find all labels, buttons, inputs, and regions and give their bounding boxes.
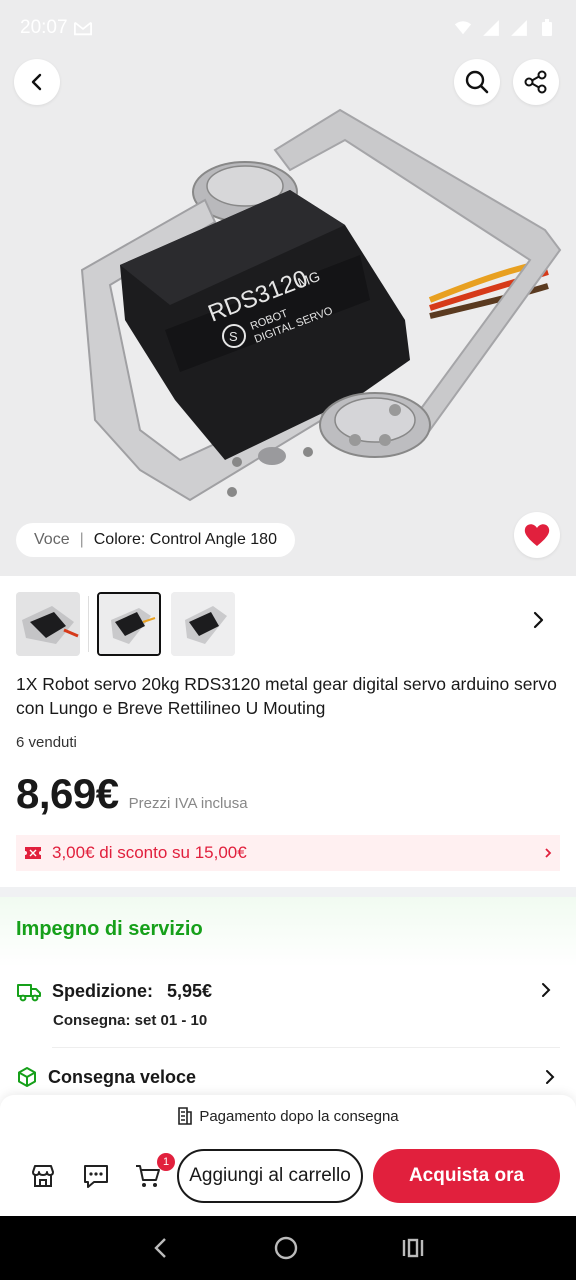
buy-now-button[interactable]: Acquista ora: [373, 1149, 560, 1203]
share-button[interactable]: [513, 59, 559, 105]
thumbnail-strip: [16, 592, 235, 656]
row-divider: [52, 1047, 560, 1048]
share-icon: [524, 70, 547, 94]
cart-badge: 1: [157, 1153, 175, 1171]
wifi-icon: [454, 21, 472, 35]
chevron-right-icon: [542, 983, 551, 997]
thumbnail-2-selected[interactable]: [97, 592, 161, 656]
signal-icon-2: [511, 20, 527, 36]
status-bar: 20:07: [0, 0, 576, 56]
system-nav-bar: [0, 1216, 576, 1280]
variant-value: Colore: Control Angle 180: [93, 531, 277, 548]
bottom-action-bar: Pagamento dopo la consegna 1 Aggiungi al…: [0, 1095, 576, 1216]
shipping-label: Spedizione:: [52, 981, 154, 1001]
store-icon: [32, 1165, 54, 1187]
payment-note: Pagamento dopo la consegna: [0, 1107, 576, 1125]
delivery-date: Consegna: set 01 - 10: [53, 1012, 208, 1029]
nav-back-icon[interactable]: [151, 1236, 171, 1260]
back-button[interactable]: [14, 59, 60, 105]
chat-icon: [84, 1165, 108, 1188]
heart-icon: [524, 524, 550, 546]
price-note: Prezzi IVA inclusa: [128, 795, 248, 812]
chevron-right-icon: [546, 1070, 555, 1084]
cart-button[interactable]: 1: [133, 1153, 175, 1191]
search-icon: [465, 70, 489, 94]
receipt-icon: [178, 1107, 193, 1125]
thumbnail-divider: [88, 596, 89, 652]
chevron-right-icon: [533, 611, 544, 629]
box-icon: [18, 1067, 36, 1087]
gmail-icon: [73, 21, 92, 36]
product-hero[interactable]: RDS3120 MG ROBOT DIGITAL SERVO S 20:07 V…: [0, 0, 576, 576]
service-section: Impegno di servizio Spedizione: 5,95€ Co…: [0, 897, 576, 1107]
variant-label: Voce: [34, 531, 70, 548]
thumbnail-3[interactable]: [171, 592, 235, 656]
fast-delivery-label: Consegna veloce: [48, 1066, 197, 1087]
sold-count: 6 venduti: [16, 734, 77, 751]
payment-note-text: Pagamento dopo la consegna: [199, 1107, 399, 1125]
section-separator: [0, 887, 576, 897]
shipping-cost: 5,95€: [167, 981, 213, 1001]
svg-text:S: S: [229, 329, 238, 344]
chevron-right-icon: [545, 848, 552, 858]
variant-selector[interactable]: Voce | Colore: Control Angle 180: [16, 523, 295, 557]
shipping-row[interactable]: Spedizione: 5,95€ Consegna: set 01 - 10: [16, 981, 560, 1029]
thumbnails-next-button[interactable]: [526, 608, 550, 632]
price-row: 8,69€ Prezzi IVA inclusa: [16, 770, 248, 818]
truck-icon: [17, 983, 41, 1001]
fast-delivery-row[interactable]: Consegna veloce: [16, 1066, 560, 1088]
nav-recents-icon[interactable]: [401, 1236, 425, 1260]
thumbnail-1[interactable]: [16, 592, 80, 656]
variant-separator: |: [79, 531, 84, 548]
coupon-banner[interactable]: 3,00€ di sconto su 15,00€: [16, 835, 560, 871]
product-title: 1X Robot servo 20kg RDS3120 metal gear d…: [16, 674, 557, 718]
chat-button[interactable]: [81, 1161, 111, 1191]
signal-icon: [483, 20, 499, 36]
price-value: 8,69€: [16, 770, 119, 817]
add-to-cart-button[interactable]: Aggiungi al carrello: [177, 1149, 363, 1203]
battery-icon: [542, 19, 552, 36]
chevron-left-icon: [31, 73, 42, 91]
coupon-icon: [25, 847, 41, 859]
nav-home-icon[interactable]: [273, 1235, 299, 1261]
search-button[interactable]: [454, 59, 500, 105]
wishlist-button[interactable]: [514, 512, 560, 558]
store-button[interactable]: [28, 1161, 58, 1191]
clock: 20:07: [20, 17, 68, 38]
coupon-text: 3,00€ di sconto su 15,00€: [52, 843, 247, 862]
service-title: Impegno di servizio: [16, 918, 203, 940]
